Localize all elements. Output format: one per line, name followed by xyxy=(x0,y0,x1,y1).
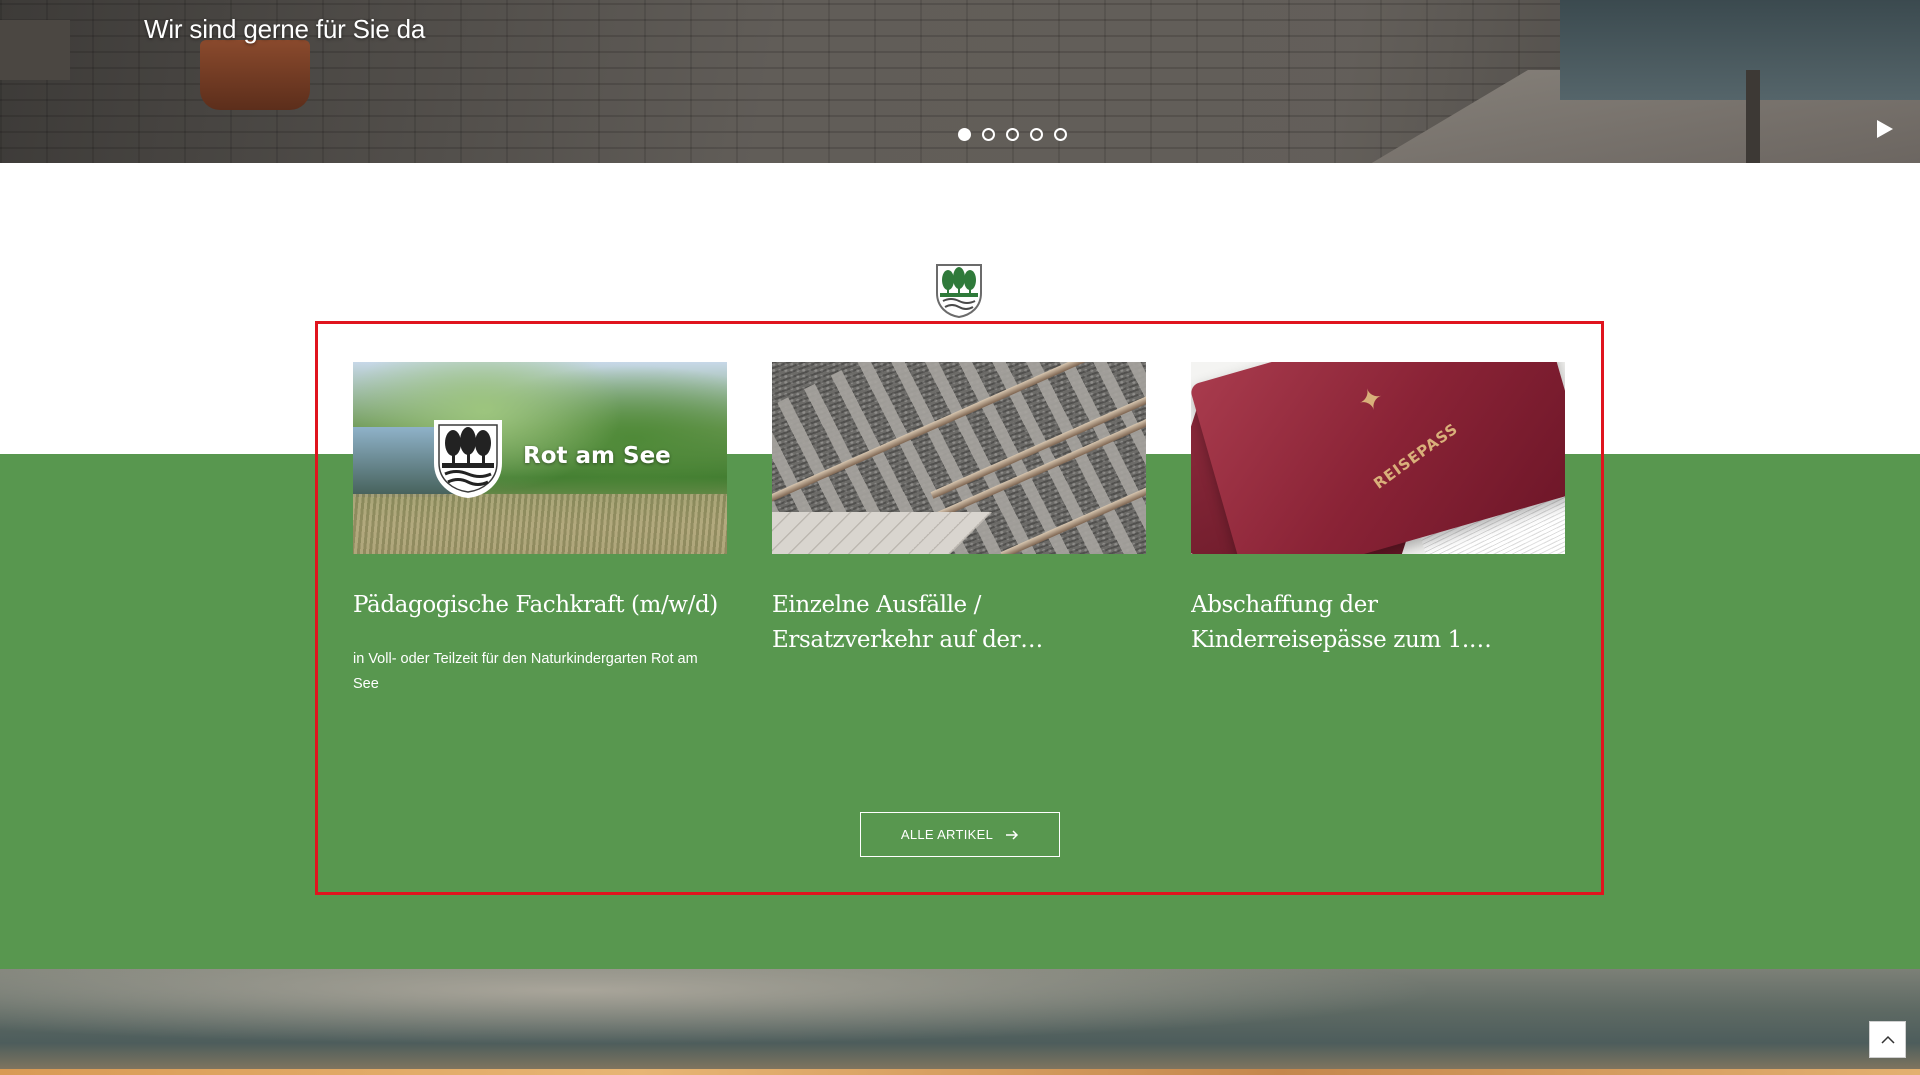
chevron-up-icon xyxy=(1880,1035,1895,1044)
coat-of-arms-icon xyxy=(935,263,983,319)
slider-dot-1[interactable] xyxy=(958,128,971,141)
arrow-right-icon xyxy=(1006,829,1019,840)
slider-dot-5[interactable] xyxy=(1054,128,1067,141)
news-card-3[interactable]: ✦ REISEPASS Abschaffung der Kinderreisep… xyxy=(1191,362,1565,658)
image-brand-text: Rot am See xyxy=(523,443,671,469)
hero-image-bench xyxy=(0,20,70,80)
all-articles-button[interactable]: ALLE ARTIKEL xyxy=(860,812,1060,857)
image-reeds xyxy=(353,494,727,554)
news-card-image[interactable]: Rot am See xyxy=(353,362,727,554)
news-card-image[interactable] xyxy=(772,362,1146,554)
image-horizon xyxy=(0,1069,1920,1075)
hero-caption: Wir sind gerne für Sie da xyxy=(144,14,426,44)
news-card-description: in Voll- oder Teilzeit für den Naturkind… xyxy=(353,651,698,692)
news-card-title[interactable]: Pädagogische Fachkraft (m/w/d) xyxy=(353,588,727,623)
news-card-title[interactable]: Einzelne Ausfälle / Ersatzverkehr auf de… xyxy=(772,588,1146,658)
play-icon xyxy=(1877,120,1893,138)
hero-image-building xyxy=(1560,0,1920,100)
all-articles-label: ALLE ARTIKEL xyxy=(900,827,994,842)
bottom-hero-image xyxy=(0,969,1920,1075)
news-card-1[interactable]: Rot am See Pädagogische Fachkraft (m/w/d… xyxy=(353,362,727,697)
scroll-to-top-button[interactable] xyxy=(1869,1021,1906,1058)
news-card-title[interactable]: Abschaffung der Kinderreisepässe zum 1. … xyxy=(1191,588,1565,658)
slider-dot-3[interactable] xyxy=(1006,128,1019,141)
rot-am-see-logo-icon xyxy=(433,419,503,499)
news-card-2[interactable]: Einzelne Ausfälle / Ersatzverkehr auf de… xyxy=(772,362,1146,658)
slider-dot-4[interactable] xyxy=(1030,128,1043,141)
news-card-image[interactable]: ✦ REISEPASS xyxy=(1191,362,1565,554)
slider-dot-2[interactable] xyxy=(982,128,995,141)
slider-pagination xyxy=(958,128,1067,141)
hero-image-flowerpot xyxy=(200,40,310,110)
hero-slider: Wir sind gerne für Sie da xyxy=(0,0,1920,163)
hero-image-post xyxy=(1746,70,1760,163)
slider-play-button[interactable] xyxy=(1873,118,1895,140)
